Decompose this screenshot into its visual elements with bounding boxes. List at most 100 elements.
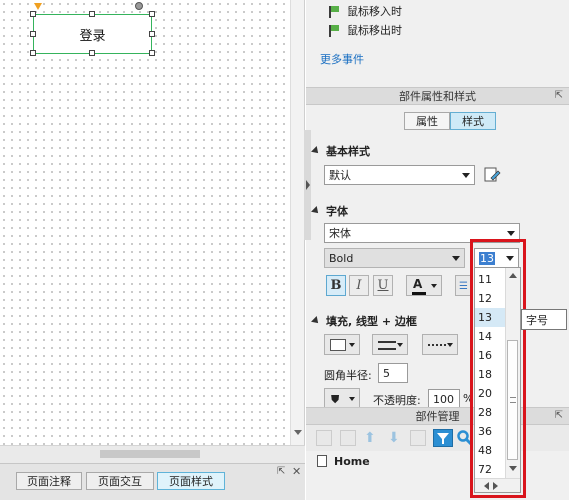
resize-handle[interactable]: [149, 11, 155, 17]
tab-style[interactable]: 样式: [450, 112, 496, 130]
chevron-down-icon: [431, 284, 437, 288]
panel-splitter[interactable]: [304, 130, 311, 240]
move-up-icon[interactable]: ⬆: [364, 430, 380, 446]
edit-style-icon[interactable]: [483, 166, 501, 184]
chevron-down-icon: [452, 256, 460, 261]
tab-page-style[interactable]: 页面样式: [157, 472, 225, 490]
dash-pattern-icon: [428, 344, 446, 346]
chevron-down-icon: [462, 173, 470, 178]
event-mouse-leave[interactable]: 鼠标移出时: [328, 22, 402, 38]
tab-label: 页面样式: [169, 475, 213, 488]
select-value: 宋体: [329, 227, 351, 240]
resize-handle[interactable]: [30, 50, 36, 56]
section-title: 填充, 线型 + 边框: [326, 315, 417, 328]
resize-handle[interactable]: [89, 11, 95, 17]
canvas-horizontal-scrollbar[interactable]: [0, 445, 305, 463]
section-fill-border[interactable]: 填充, 线型 + 边框: [311, 313, 417, 329]
collapse-icon: [311, 316, 321, 326]
chevron-down-icon: [507, 231, 515, 236]
color-swatch: [412, 292, 426, 295]
chevron-down-icon: [447, 343, 453, 347]
basic-style-select[interactable]: 默认: [324, 165, 475, 185]
tab-page-notes[interactable]: 页面注释: [16, 472, 82, 490]
button-label: U: [377, 278, 389, 293]
resize-handle[interactable]: [89, 50, 95, 56]
copy-icon[interactable]: [340, 430, 356, 446]
section-title: 字体: [326, 205, 348, 218]
resize-handle[interactable]: [30, 11, 36, 17]
line-style-icon: [378, 341, 396, 350]
select-value: 默认: [329, 169, 351, 182]
section-font[interactable]: 字体: [311, 203, 348, 219]
fill-icon: [330, 339, 346, 351]
rotate-handle-icon[interactable]: [135, 2, 143, 10]
event-flag-icon: [328, 5, 341, 18]
page-icon: [317, 455, 327, 467]
scroll-down-icon[interactable]: [294, 428, 302, 436]
font-color-button[interactable]: A: [406, 275, 442, 296]
group-icon[interactable]: [316, 430, 332, 446]
line-style-button[interactable]: [372, 334, 408, 355]
collapse-icon: [311, 146, 321, 156]
font-size-tooltip: 字号: [521, 309, 567, 330]
pin-icon[interactable]: ⇱: [555, 410, 563, 421]
underline-button[interactable]: U: [373, 275, 393, 296]
tab-page-interaction[interactable]: 页面交互: [86, 472, 154, 490]
panel-title: 部件管理: [415, 410, 460, 423]
button-label: I: [356, 278, 362, 293]
event-flag-icon: [328, 24, 341, 37]
page-properties-panel: 页面注释 页面交互 页面样式 ⇱ ✕: [0, 463, 305, 500]
panel-title: 部件属性和样式: [399, 90, 476, 103]
tab-properties[interactable]: 属性: [404, 112, 450, 130]
collapse-icon: [311, 206, 321, 216]
close-icon[interactable]: ✕: [292, 465, 301, 478]
list-icon: ☰: [459, 281, 468, 292]
resize-handle[interactable]: [30, 31, 36, 37]
page-tree-item-home[interactable]: Home: [334, 455, 370, 468]
opacity-label: 不透明度:: [373, 394, 421, 407]
filter-button[interactable]: [433, 429, 453, 447]
tooltip-text: 字号: [526, 313, 548, 327]
fill-bucket-button[interactable]: ⛊: [324, 388, 360, 409]
font-weight-select[interactable]: Bold: [324, 248, 465, 268]
input-value: 100: [433, 392, 454, 406]
pin-icon[interactable]: ⇱: [277, 466, 285, 477]
chevron-down-icon: [349, 397, 355, 401]
canvas-vertical-scrollbar[interactable]: [290, 0, 304, 445]
button-label: B: [330, 278, 342, 293]
bold-button[interactable]: B: [326, 275, 346, 296]
opacity-input[interactable]: 100: [428, 389, 460, 409]
fill-color-button[interactable]: [324, 334, 360, 355]
bullet-list-button[interactable]: ☰: [455, 275, 471, 296]
resize-handle[interactable]: [149, 50, 155, 56]
chevron-down-icon: [397, 343, 403, 347]
resize-handle[interactable]: [149, 31, 155, 37]
paint-bucket-icon: ⛊: [331, 393, 340, 406]
design-canvas[interactable]: 登录: [0, 0, 305, 445]
login-widget[interactable]: 登录: [33, 14, 152, 54]
properties-panel-header: 部件属性和样式 ⇱: [306, 87, 569, 105]
select-value: Bold: [329, 251, 354, 265]
event-label: 鼠标移入时: [347, 5, 402, 18]
section-title: 基本样式: [326, 145, 370, 158]
corner-radius-input[interactable]: 5: [378, 363, 408, 383]
anchor-marker-icon[interactable]: [34, 3, 42, 10]
event-mouse-enter[interactable]: 鼠标移入时: [328, 3, 402, 19]
section-basic-style[interactable]: 基本样式: [311, 143, 370, 159]
tab-label: 样式: [462, 115, 484, 128]
line-pattern-button[interactable]: [422, 334, 458, 355]
delete-icon[interactable]: [410, 430, 426, 446]
move-down-icon[interactable]: ⬇: [388, 430, 404, 446]
input-value: 5: [383, 366, 390, 380]
chevron-down-icon: [349, 343, 355, 347]
filter-icon: [437, 433, 449, 444]
scroll-thumb[interactable]: [100, 450, 200, 458]
collapse-arrow-icon: [306, 180, 310, 190]
tab-label: 页面注释: [27, 475, 71, 488]
login-widget-label: 登录: [79, 28, 106, 44]
component-manager-header: 部件管理 ⇱: [306, 407, 569, 425]
tab-label: 属性: [416, 115, 438, 128]
pin-icon[interactable]: ⇱: [555, 90, 563, 101]
italic-button[interactable]: I: [349, 275, 369, 296]
more-events-link[interactable]: 更多事件: [320, 51, 364, 67]
